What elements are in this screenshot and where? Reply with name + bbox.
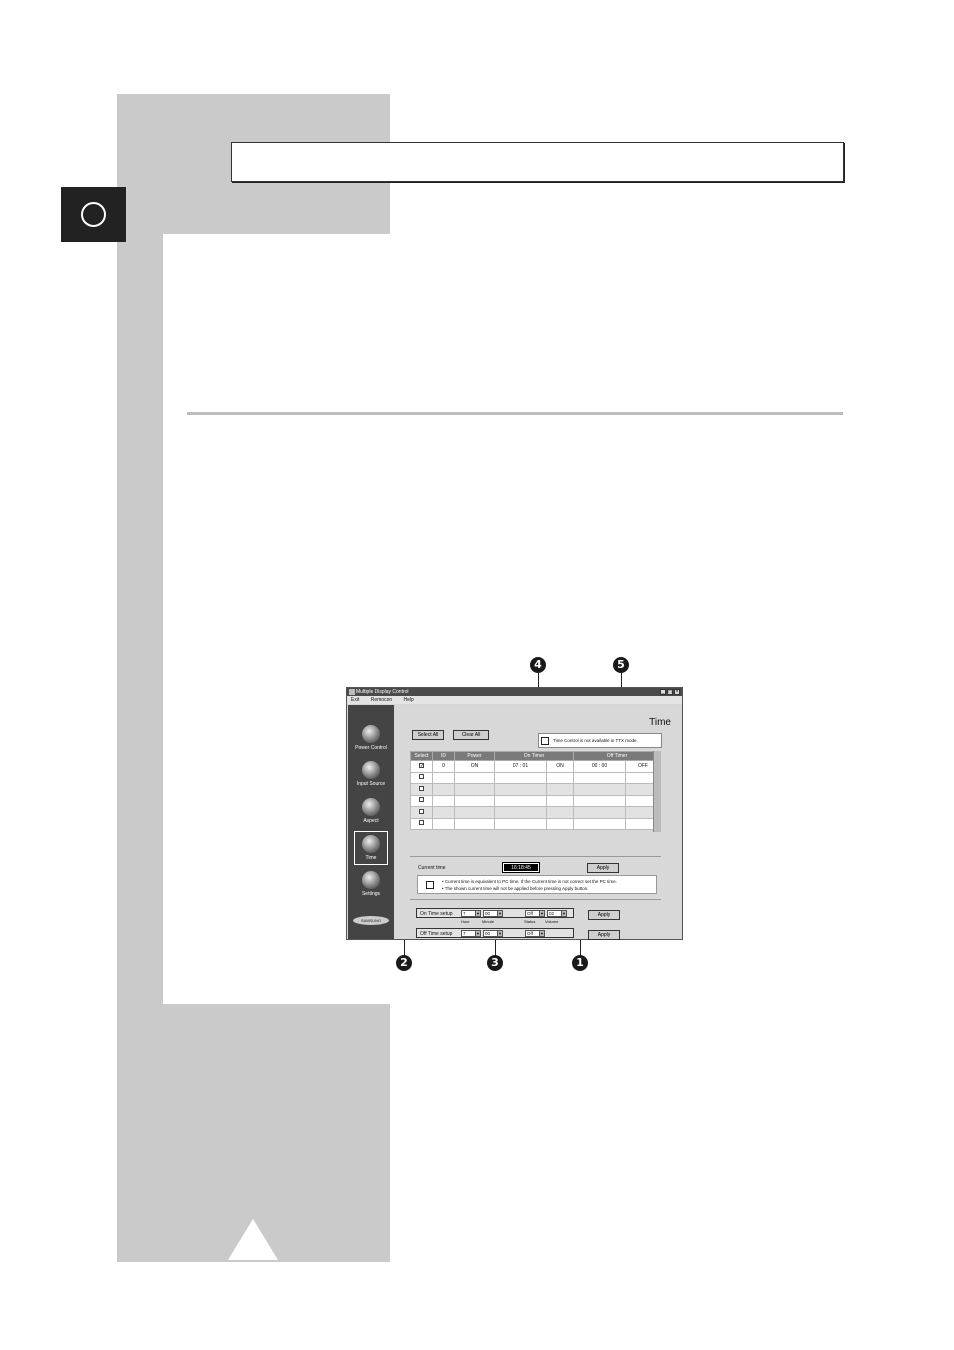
on-time-setup-label: On Time setup — [420, 911, 453, 917]
close-icon[interactable]: × — [674, 689, 680, 695]
window-title: Multiple Display Control — [356, 689, 409, 695]
chevron-down-icon: ▼ — [497, 931, 502, 936]
pencil-icon — [541, 737, 549, 745]
current-time-info: • Current time is equivalent to PC time.… — [417, 875, 657, 894]
on-volume-select[interactable]: 02 ▼ — [547, 910, 567, 917]
sidebar-item-aspect[interactable]: Aspect — [348, 798, 394, 832]
maximize-icon[interactable]: □ — [667, 689, 673, 695]
callout-3: 3 — [487, 955, 503, 971]
chevron-down-icon: ▼ — [475, 931, 480, 936]
minute-caption: Minute — [482, 919, 495, 924]
table-row[interactable] — [410, 771, 662, 784]
table-scrollbar[interactable] — [653, 751, 661, 832]
row-checkbox[interactable] — [419, 808, 424, 814]
divider — [187, 412, 843, 415]
up-arrow-icon — [228, 1219, 278, 1260]
off-time-setup-label: Off Time setup — [420, 931, 453, 937]
aspect-icon — [362, 798, 380, 816]
col-power: Power — [454, 751, 495, 761]
chevron-down-icon: ▼ — [539, 911, 544, 916]
on-status-select[interactable]: Off ▼ — [525, 910, 545, 917]
callout-4: 4 — [530, 657, 546, 673]
panel-divider — [410, 899, 661, 900]
col-on-timer: On Timer — [494, 751, 574, 761]
off-time-setup-row: Off Time setup 7 ▼ 00 ▼ Off ▼ — [416, 928, 574, 938]
table-row[interactable] — [410, 817, 662, 830]
settings-icon — [362, 871, 380, 889]
callout-2: 2 — [396, 955, 412, 971]
chevron-down-icon: ▼ — [497, 911, 502, 916]
apply-current-time-button[interactable]: Apply — [587, 863, 619, 873]
on-minute-select[interactable]: 00 ▼ — [483, 910, 503, 917]
pencil-icon — [426, 881, 434, 889]
sidebar-item-settings[interactable]: Settings — [348, 871, 394, 905]
clear-all-button[interactable]: Clear All — [453, 730, 489, 740]
off-hour-select[interactable]: 7 ▼ — [461, 930, 481, 937]
app-icon — [349, 689, 355, 695]
ttx-notice: Time Control is not available in TTX mod… — [538, 733, 662, 748]
current-time-label: Current time — [418, 865, 446, 871]
section-title-box — [231, 142, 844, 182]
circle-icon — [81, 202, 106, 227]
menu-help[interactable]: Help — [404, 697, 414, 703]
row-checkbox[interactable] — [419, 774, 424, 780]
on-hour-select[interactable]: 7 ▼ — [461, 910, 481, 917]
page-title: Time — [649, 717, 671, 728]
table-row[interactable] — [410, 794, 662, 807]
time-icon — [362, 835, 380, 853]
row-checkbox[interactable] — [419, 820, 424, 826]
power-control-icon — [362, 725, 380, 743]
select-all-button[interactable]: Select All — [412, 730, 444, 740]
hour-caption: Hour — [461, 919, 470, 924]
chevron-down-icon: ▼ — [475, 911, 480, 916]
minimize-icon[interactable]: _ — [660, 689, 666, 695]
table-row[interactable] — [410, 806, 662, 819]
table-row[interactable]: ✓ 0 ON 07 : 01 ON 00 : 00 OFF — [410, 760, 662, 773]
on-time-setup-row: On Time setup 7 ▼ 00 ▼ Off ▼ 02 ▼ — [416, 908, 574, 918]
callout-1: 1 — [572, 955, 588, 971]
display-table: Select ID Power On Timer Off Timer ✓ 0 O… — [410, 751, 662, 830]
window-titlebar: Multiple Display Control — [347, 688, 682, 696]
volume-caption: Volume — [545, 919, 559, 924]
menu-exit[interactable]: Exit — [351, 697, 359, 703]
sidebar: Power Control Input Source Aspect Time S… — [348, 705, 394, 939]
off-status-select[interactable]: Off ▼ — [525, 930, 545, 937]
row-checkbox[interactable] — [419, 785, 424, 791]
chevron-down-icon: ▼ — [539, 931, 544, 936]
current-time-display: 16:18:45 — [502, 862, 540, 873]
callout-5: 5 — [613, 657, 629, 673]
input-source-icon — [362, 761, 380, 779]
chapter-tab — [61, 187, 126, 242]
time-panel: Time Select All Clear All Time Control i… — [396, 705, 681, 940]
samsung-logo: SAMSUNG — [353, 916, 389, 925]
col-select: Select — [410, 751, 433, 761]
row-checkbox[interactable] — [419, 797, 424, 803]
sidebar-item-input-source[interactable]: Input Source — [348, 761, 394, 795]
col-id: ID — [432, 751, 455, 761]
menu-remocon[interactable]: Remocon — [371, 697, 392, 703]
menu-bar: Exit Remocon Help — [347, 696, 682, 704]
col-off-timer: Off Timer — [573, 751, 661, 761]
row-checkbox[interactable]: ✓ — [419, 763, 424, 769]
status-caption: Status — [524, 919, 536, 924]
sidebar-item-power-control[interactable]: Power Control — [348, 725, 394, 759]
apply-off-time-button[interactable]: Apply — [588, 930, 620, 940]
sidebar-item-time[interactable]: Time — [354, 831, 388, 865]
off-minute-select[interactable]: 00 ▼ — [483, 930, 503, 937]
panel-divider — [410, 856, 661, 857]
table-row[interactable] — [410, 783, 662, 796]
chevron-down-icon: ▼ — [561, 911, 566, 916]
app-window: Multiple Display Control _ □ × Exit Remo… — [346, 687, 683, 940]
apply-on-time-button[interactable]: Apply — [588, 910, 620, 920]
